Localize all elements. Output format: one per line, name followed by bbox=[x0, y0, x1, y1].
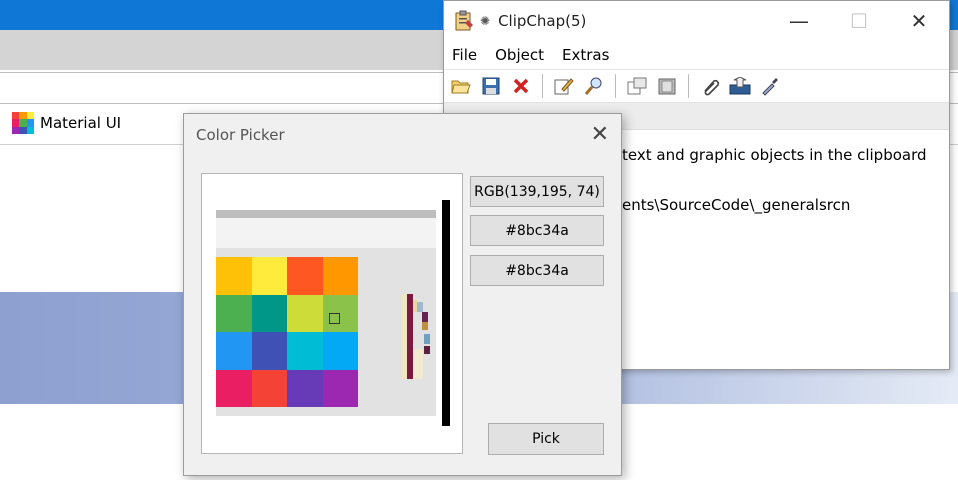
minimize-icon: — bbox=[789, 9, 809, 33]
color-swatch[interactable] bbox=[251, 257, 287, 295]
color-swatch[interactable] bbox=[251, 332, 287, 370]
sun-icon: ✺ bbox=[480, 14, 491, 28]
folder-open-icon bbox=[451, 80, 471, 94]
export-button[interactable] bbox=[727, 73, 753, 99]
delete-x-icon bbox=[513, 78, 529, 94]
paperclip-icon bbox=[704, 79, 720, 96]
toolbar bbox=[444, 69, 949, 103]
color-swatch[interactable] bbox=[251, 369, 287, 407]
color-swatch[interactable] bbox=[322, 294, 358, 332]
content-path-line: ents\SourceCode\_generalsrcn bbox=[622, 196, 851, 214]
copy-button[interactable] bbox=[624, 73, 650, 99]
color-swatch[interactable] bbox=[287, 294, 323, 332]
close-button[interactable]: ✕ bbox=[889, 1, 949, 41]
preview-strip bbox=[422, 322, 428, 330]
preview-strip bbox=[417, 302, 423, 312]
zoom-button[interactable] bbox=[581, 73, 607, 99]
swatch-grid bbox=[216, 257, 358, 407]
minimize-button[interactable]: — bbox=[769, 1, 829, 41]
content-text-line: text and graphic objects in the clipboar… bbox=[622, 146, 927, 164]
magnifier-icon bbox=[584, 77, 602, 95]
bookmark-label: Material UI bbox=[40, 114, 122, 132]
paste-button[interactable] bbox=[654, 73, 680, 99]
export-tray-icon bbox=[729, 77, 751, 95]
save-icon bbox=[482, 77, 500, 95]
bookmark-material-ui[interactable]: Material UI bbox=[12, 112, 121, 134]
color-swatch[interactable] bbox=[216, 332, 252, 370]
eyedropper-icon bbox=[762, 78, 778, 96]
preview-strip bbox=[424, 346, 430, 354]
copy-window-icon bbox=[627, 77, 647, 95]
clipchap-titlebar[interactable]: ✺ ClipChap(5) — ☐ ✕ bbox=[444, 1, 949, 41]
toolbar-separator bbox=[688, 74, 689, 98]
hex-value-button-2[interactable]: #8bc34a bbox=[470, 255, 604, 286]
preview-edge-bar bbox=[442, 200, 450, 426]
edit-note-icon bbox=[554, 78, 574, 95]
edit-button[interactable] bbox=[551, 73, 577, 99]
toolbar-separator bbox=[542, 74, 543, 98]
close-icon: ✕ bbox=[910, 9, 928, 33]
selection-marker bbox=[329, 313, 340, 324]
link-button[interactable] bbox=[697, 73, 723, 99]
color-swatch[interactable] bbox=[287, 257, 323, 295]
magnifier-preview[interactable] bbox=[201, 173, 463, 454]
color-swatch[interactable] bbox=[251, 294, 287, 332]
cabinet-icon bbox=[658, 78, 676, 95]
preview-strip bbox=[216, 210, 436, 218]
preview-strip bbox=[424, 334, 430, 344]
rgb-value-button[interactable]: RGB(139,195, 74) bbox=[470, 176, 604, 207]
menu-bar: File Object Extras bbox=[444, 41, 949, 69]
menu-extras[interactable]: Extras bbox=[562, 46, 609, 64]
color-swatch[interactable] bbox=[216, 257, 252, 295]
color-picker-dialog: Color Picker ✕ RGB(139,195, 74) #8bc34a … bbox=[183, 113, 622, 476]
menu-object[interactable]: Object bbox=[495, 46, 544, 64]
preview-strip bbox=[413, 349, 423, 379]
color-swatch[interactable] bbox=[216, 294, 252, 332]
pick-button[interactable]: Pick bbox=[488, 423, 604, 455]
save-button[interactable] bbox=[478, 73, 504, 99]
color-swatch[interactable] bbox=[322, 369, 358, 407]
color-swatch[interactable] bbox=[216, 369, 252, 407]
color-swatch[interactable] bbox=[322, 257, 358, 295]
clipboard-icon bbox=[454, 10, 474, 32]
color-picker-button[interactable] bbox=[757, 73, 783, 99]
hex-value-button[interactable]: #8bc34a bbox=[470, 215, 604, 246]
color-swatch[interactable] bbox=[287, 369, 323, 407]
menu-file[interactable]: File bbox=[452, 46, 477, 64]
color-swatch[interactable] bbox=[322, 332, 358, 370]
window-title: ClipChap(5) bbox=[498, 12, 587, 30]
material-ui-logo-icon bbox=[12, 112, 34, 134]
delete-button[interactable] bbox=[508, 73, 534, 99]
preview-strip bbox=[422, 312, 428, 322]
maximize-icon: ☐ bbox=[850, 9, 868, 33]
close-icon[interactable]: ✕ bbox=[591, 122, 609, 147]
toolbar-separator bbox=[615, 74, 616, 98]
maximize-button: ☐ bbox=[829, 1, 889, 41]
preview-strip bbox=[216, 218, 436, 248]
open-folder-button[interactable] bbox=[448, 73, 474, 99]
color-swatch[interactable] bbox=[287, 332, 323, 370]
dialog-title: Color Picker bbox=[196, 126, 285, 144]
